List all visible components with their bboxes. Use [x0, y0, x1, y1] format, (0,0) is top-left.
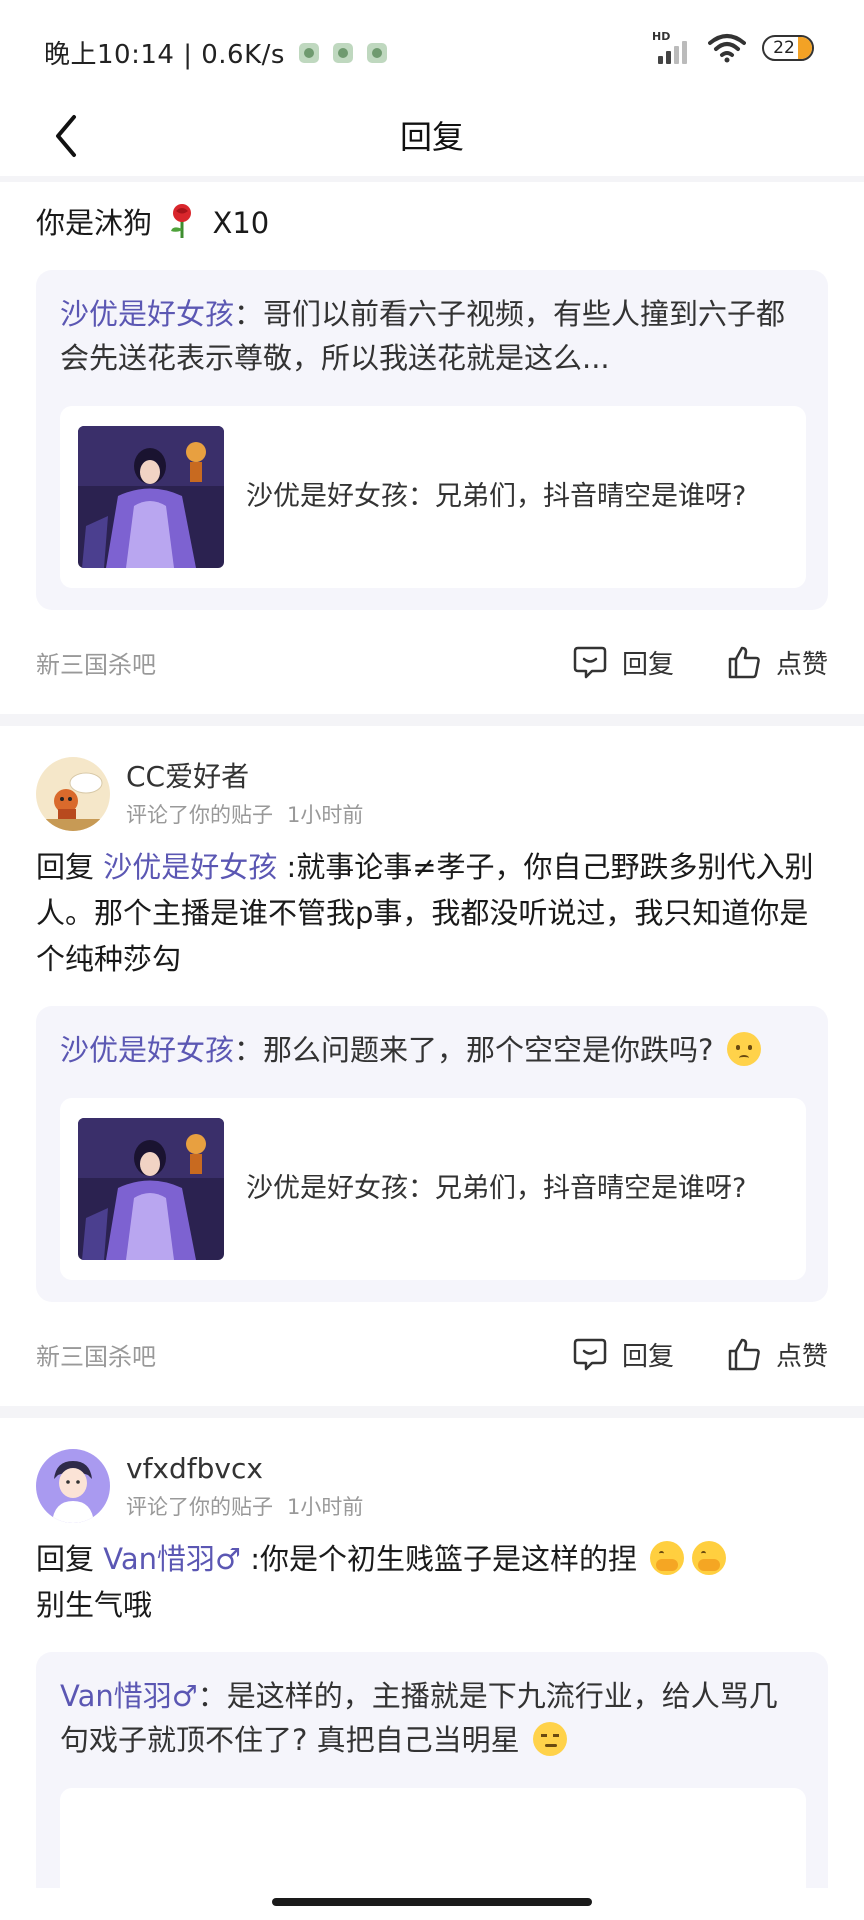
username[interactable]: vfxdfbvcx — [126, 1451, 377, 1487]
reply-prefix: 回复 — [36, 850, 95, 884]
status-bar: 晚上10:14 | 0.6K/s HD 22 — [0, 0, 864, 100]
thumbs-up-icon — [728, 646, 760, 679]
comment-meta: 评论了你的贴子 1小时前 — [126, 799, 377, 829]
meta-time: 1小时前 — [287, 803, 364, 827]
rose-icon — [167, 203, 197, 239]
mention-link[interactable]: Van惜羽♂ — [103, 1542, 241, 1576]
quote-text: 沙优是好女孩：哥们以前看六子视频，有些人撞到六子都会先送花表示尊敬，所以我送花就… — [60, 297, 786, 375]
app-notification-icon — [366, 42, 387, 63]
rose-count: X10 — [212, 206, 270, 240]
avatar[interactable] — [36, 1449, 110, 1523]
app-notification-icon — [298, 42, 319, 63]
comment-icon — [573, 1338, 607, 1371]
reply-card: vfxdfbvcx 评论了你的贴子 1小时前 回复 Van惜羽♂ :你是个初生贱篮… — [0, 1418, 864, 1888]
page-title: 回复 — [399, 118, 464, 156]
comment-text[interactable]: 回复 Van惜羽♂ :你是个初生贱篮子是这样的捏 别生气哦 — [36, 1536, 828, 1628]
comment-icon — [573, 646, 607, 679]
forum-name[interactable]: 新三国杀吧 — [36, 1337, 520, 1372]
quoted-comment[interactable]: Van惜羽♂：是这样的，主播就是下九流行业，给人骂几句戏子就顶不住了? 真把自己… — [36, 1652, 828, 1888]
reply-button[interactable]: 回复 — [572, 1336, 674, 1373]
quote-author[interactable]: Van惜羽♂ — [60, 1679, 198, 1713]
action-row: 新三国杀吧 回复 点赞 — [36, 1302, 828, 1406]
comment-body: 你是沐狗 — [36, 206, 153, 240]
comment-tail: 别生气哦 — [36, 1588, 153, 1622]
comment-body: :你是个初生贱篮子是这样的捏 — [250, 1542, 637, 1576]
post-preview[interactable] — [60, 1788, 806, 1888]
comment-text[interactable]: 你是沐狗 X10 — [36, 196, 828, 246]
home-indicator[interactable] — [272, 1898, 592, 1906]
quote-author[interactable]: 沙优是好女孩 — [60, 1033, 234, 1067]
hugging-face-icon — [692, 1541, 727, 1575]
post-thumbnail — [78, 1118, 224, 1260]
post-preview[interactable]: 沙优是好女孩：兄弟们，抖音晴空是谁呀? — [60, 1098, 806, 1280]
status-right: HD 22 — [652, 30, 814, 64]
wifi-icon — [708, 34, 746, 63]
username[interactable]: CC爱好者 — [126, 759, 377, 795]
post-thumbnail — [78, 426, 224, 568]
reply-card: CC爱好者 评论了你的贴子 1小时前 回复 沙优是好女孩 :就事论事≠孝子，你自己… — [0, 726, 864, 1406]
sad-face-icon — [726, 1032, 761, 1066]
avatar[interactable] — [36, 757, 110, 831]
battery-icon: 22 — [762, 35, 814, 61]
divider — [0, 714, 864, 726]
quoted-comment[interactable]: 沙优是好女孩：那么问题来了，那个空空是你跌吗? 沙优是好女孩：兄弟们，抖音晴空是… — [36, 1006, 828, 1302]
like-label: 点赞 — [775, 649, 828, 680]
post-title: 沙优是好女孩：兄弟们，抖音晴空是谁呀? — [246, 481, 747, 512]
mention-link[interactable]: 沙优是好女孩 — [103, 850, 277, 884]
post-title: 沙优是好女孩：兄弟们，抖音晴空是谁呀? — [246, 1173, 747, 1204]
status-time-speed: 晚上10:14 | 0.6K/s — [44, 40, 285, 70]
thumbs-up-icon — [728, 1338, 760, 1371]
like-button[interactable]: 点赞 — [726, 1336, 828, 1373]
app-notification-icon — [332, 42, 353, 63]
like-button[interactable]: 点赞 — [726, 644, 828, 681]
forum-name[interactable]: 新三国杀吧 — [36, 645, 520, 680]
reply-prefix: 回复 — [36, 1542, 95, 1576]
user-row: vfxdfbvcx 评论了你的贴子 1小时前 — [36, 1418, 828, 1528]
comment-text[interactable]: 回复 沙优是好女孩 :就事论事≠孝子，你自己野跌多别代入别人。那个主播是谁不管我… — [36, 844, 828, 982]
hugging-face-icon — [650, 1541, 685, 1575]
like-label: 点赞 — [775, 1341, 828, 1372]
quote-text: 沙优是好女孩：那么问题来了，那个空空是你跌吗? — [60, 1028, 806, 1072]
cell-signal-icon: HD — [652, 30, 692, 64]
quote-text: Van惜羽♂：是这样的，主播就是下九流行业，给人骂几句戏子就顶不住了? 真把自己… — [60, 1679, 778, 1757]
meta-action: 评论了你的贴子 — [126, 803, 273, 827]
action-row: 新三国杀吧 回复 点赞 — [36, 610, 828, 714]
quote-body: 那么问题来了，那个空空是你跌吗? — [263, 1033, 714, 1067]
reply-card: 你是沐狗 X10 沙优是好女孩：哥们以前看六子视频，有些人撞到六子都会先送花表示… — [0, 196, 864, 714]
reply-label: 回复 — [621, 649, 674, 680]
user-row: CC爱好者 评论了你的贴子 1小时前 — [36, 726, 828, 836]
reply-label: 回复 — [621, 1341, 674, 1372]
battery-level: 22 — [773, 38, 795, 58]
reply-list[interactable]: 你是沐狗 X10 沙优是好女孩：哥们以前看六子视频，有些人撞到六子都会先送花表示… — [0, 188, 864, 1888]
quoted-comment[interactable]: 沙优是好女孩：哥们以前看六子视频，有些人撞到六子都会先送花表示尊敬，所以我送花就… — [36, 270, 828, 610]
divider — [0, 1406, 864, 1418]
comment-meta: 评论了你的贴子 1小时前 — [126, 1491, 377, 1521]
nav-bar: 回复 — [0, 100, 864, 182]
thinking-face-icon — [532, 1722, 567, 1756]
reply-button[interactable]: 回复 — [572, 644, 674, 681]
status-left: 晚上10:14 | 0.6K/s — [44, 34, 387, 71]
quote-author[interactable]: 沙优是好女孩 — [60, 297, 234, 331]
meta-action: 评论了你的贴子 — [126, 1495, 273, 1519]
meta-time: 1小时前 — [287, 1495, 364, 1519]
post-preview[interactable]: 沙优是好女孩：兄弟们，抖音晴空是谁呀? — [60, 406, 806, 588]
